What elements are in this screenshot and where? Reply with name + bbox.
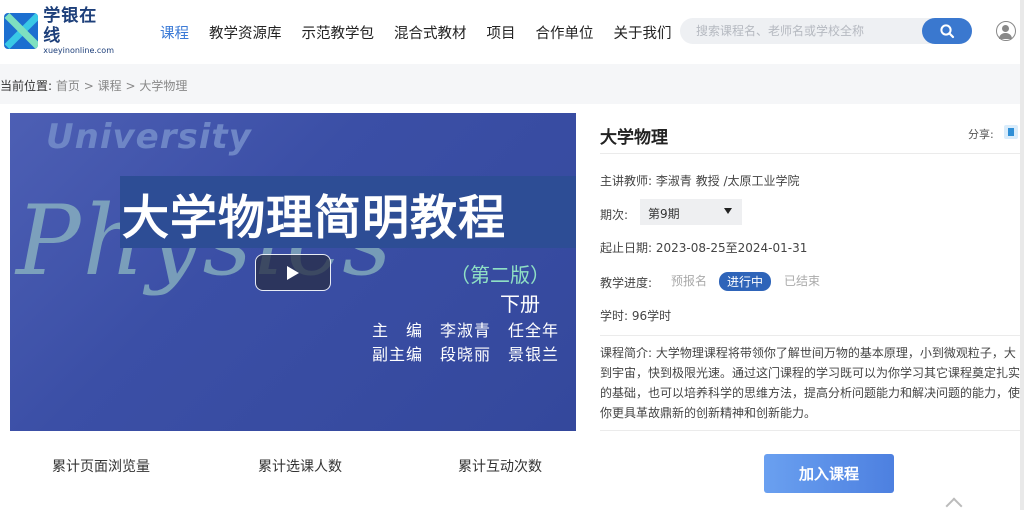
term-row: 期次: 第9期 <box>600 199 742 225</box>
join-course-button[interactable]: 加入课程 <box>764 454 894 493</box>
search-box <box>680 18 972 44</box>
intro-text: 大学物理课程将带领你了解世间万物的基本原理，小到微观粒子，大到宇宙，快到极限光速… <box>600 346 1021 420</box>
stat-page-views-label: 累计页面浏览量 <box>52 459 150 475</box>
progress-step-preregister: 预报名 <box>671 274 708 288</box>
stat-enrolled-label: 累计选课人数 <box>258 459 342 475</box>
user-avatar-icon[interactable] <box>996 21 1016 41</box>
share-icon[interactable] <box>1004 125 1018 139</box>
nav-item-resource-library[interactable]: 教学资源库 <box>209 22 282 43</box>
course-info-panel: 大学物理 分享: 主讲教师: 李淑青 教授 /太原工业学院 期次: 第9期 起止… <box>600 113 1024 510</box>
search-button[interactable] <box>922 18 972 44</box>
play-button[interactable] <box>255 254 331 291</box>
cover-deputy-editors: 副主编 段晓丽 景银兰 <box>372 345 560 364</box>
stat-interactions-label: 累计互动次数 <box>458 459 542 475</box>
course-intro: 课程简介: 大学物理课程将带领你了解世间万物的基本原理，小到微观粒子，大到宇宙，… <box>600 343 1024 423</box>
progress-step-ongoing: 进行中 <box>719 272 772 291</box>
divider <box>600 430 1024 431</box>
breadcrumb: 当前位置: 首页 > 课程 > 大学物理 <box>0 64 1024 104</box>
site-header: 学银在线 xueyinonline.com 课程 教学资源库 示范教学包 混合式… <box>0 0 1024 64</box>
divider <box>600 335 1024 336</box>
date-label: 起止日期: <box>600 241 653 255</box>
site-logo[interactable]: 学银在线 xueyinonline.com <box>4 6 114 55</box>
progress-label: 教学进度: <box>600 276 653 290</box>
logo-title: 学银在线 <box>43 6 98 46</box>
main-nav: 课程 教学资源库 示范教学包 混合式教材 项目 合作单位 关于我们 <box>160 0 692 64</box>
term-label: 期次: <box>600 208 629 222</box>
progress-row: 教学进度: 预报名 进行中 已结束 <box>600 272 820 291</box>
nav-item-courses[interactable]: 课程 <box>160 22 189 43</box>
course-stats: 累计页面浏览量 累计选课人数 累计互动次数 <box>10 450 576 480</box>
cover-volume: 下册 <box>500 292 540 316</box>
cover-editors: 主 编 李淑青 任全年 <box>372 321 560 340</box>
hours-row: 学时: 96学时 <box>600 307 671 324</box>
nav-item-demo-package[interactable]: 示范教学包 <box>302 22 375 43</box>
chevron-down-icon <box>724 208 732 214</box>
logo-icon <box>4 13 39 49</box>
play-icon <box>287 265 299 280</box>
date-value: 2023-08-25至2024-01-31 <box>655 241 808 255</box>
intro-label: 课程简介: <box>600 346 653 360</box>
nav-item-partners[interactable]: 合作单位 <box>536 22 594 43</box>
breadcrumb-label: 当前位置: <box>0 79 53 93</box>
breadcrumb-courses[interactable]: 课程 <box>98 79 122 93</box>
search-input[interactable] <box>680 18 920 44</box>
divider <box>600 153 1024 154</box>
logo-subtitle: xueyinonline.com <box>43 46 114 55</box>
progress-step-ended: 已结束 <box>784 274 821 288</box>
breadcrumb-separator: > <box>125 79 136 93</box>
course-video-cover[interactable]: University Physics 大学物理简明教程 （第二版） 下册 主 编… <box>10 113 576 431</box>
share-label: 分享: <box>968 128 994 141</box>
cover-book-title: 大学物理简明教程 <box>122 191 506 246</box>
breadcrumb-current: 大学物理 <box>139 79 188 93</box>
date-row: 起止日期: 2023-08-25至2024-01-31 <box>600 239 807 256</box>
teacher-row: 主讲教师: 李淑青 教授 /太原工业学院 <box>600 172 800 189</box>
search-icon <box>940 24 955 39</box>
cover-university-text: University <box>46 117 252 157</box>
teacher-name: 李淑青 教授 /太原工业学院 <box>655 174 800 188</box>
teacher-label: 主讲教师: <box>600 174 653 188</box>
hours-label: 学时: <box>600 309 629 323</box>
breadcrumb-separator: > <box>83 79 94 93</box>
nav-item-blended-textbook[interactable]: 混合式教材 <box>394 22 467 43</box>
cover-edition: （第二版） <box>450 263 550 287</box>
nav-item-about[interactable]: 关于我们 <box>614 22 672 43</box>
breadcrumb-home[interactable]: 首页 <box>56 79 80 93</box>
scrollbar[interactable] <box>1020 0 1024 510</box>
term-select-value: 第9期 <box>648 207 680 221</box>
nav-item-projects[interactable]: 项目 <box>487 22 516 43</box>
course-title: 大学物理 <box>600 128 668 148</box>
hours-value: 96学时 <box>631 309 672 323</box>
term-select[interactable]: 第9期 <box>640 199 742 225</box>
